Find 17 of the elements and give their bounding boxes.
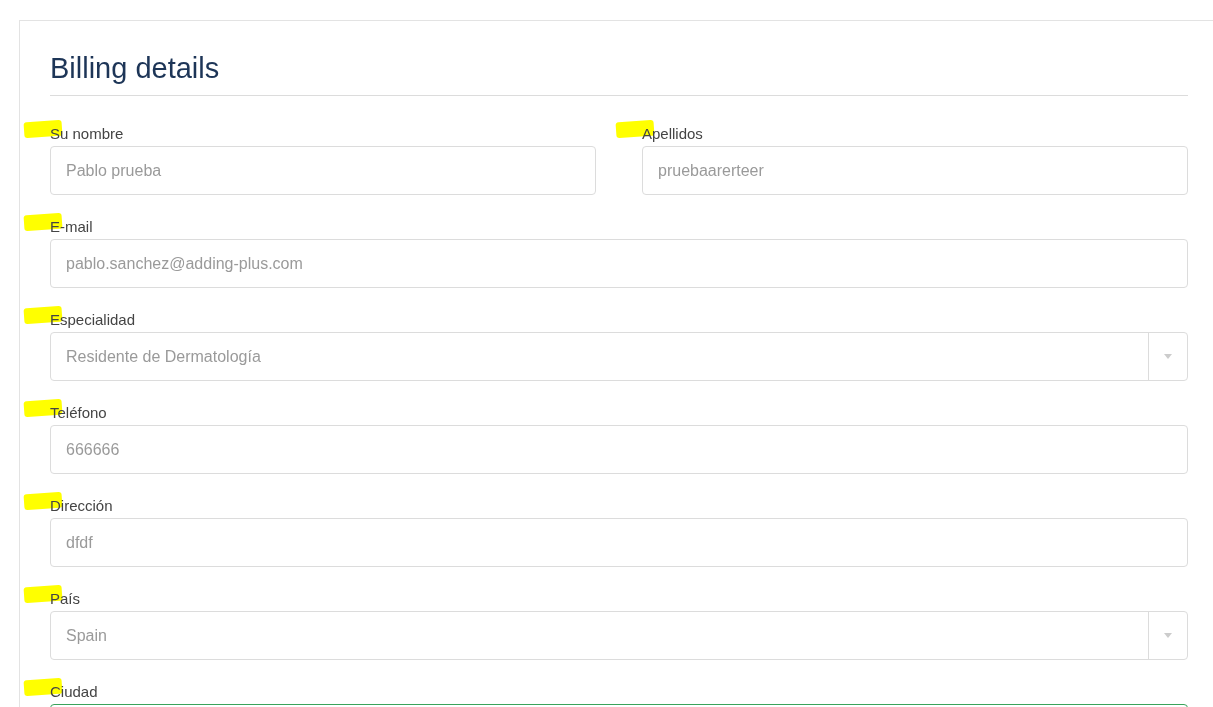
field-label: Dirección: [50, 497, 113, 514]
field-label: E-mail: [50, 218, 93, 235]
field-label: Apellidos: [642, 125, 703, 142]
select-field[interactable]: Residente de Dermatología: [50, 332, 1188, 381]
input-field[interactable]: 666666: [50, 425, 1188, 474]
field-label: Ciudad: [50, 683, 98, 700]
input-field[interactable]: pruebaarerteer: [642, 146, 1188, 195]
field-label: Teléfono: [50, 404, 107, 421]
caret-icon: [1164, 354, 1172, 359]
billing-heading: Billing details: [50, 51, 1188, 96]
input-field[interactable]: pablo.sanchez@adding-plus.com: [50, 239, 1188, 288]
field-label: País: [50, 590, 80, 607]
input-field[interactable]: dfdf: [50, 518, 1188, 567]
field-label: Especialidad: [50, 311, 136, 328]
select-field[interactable]: Spain: [50, 611, 1188, 660]
input-field[interactable]: Pablo prueba: [50, 146, 596, 195]
caret-icon: [1164, 633, 1172, 638]
